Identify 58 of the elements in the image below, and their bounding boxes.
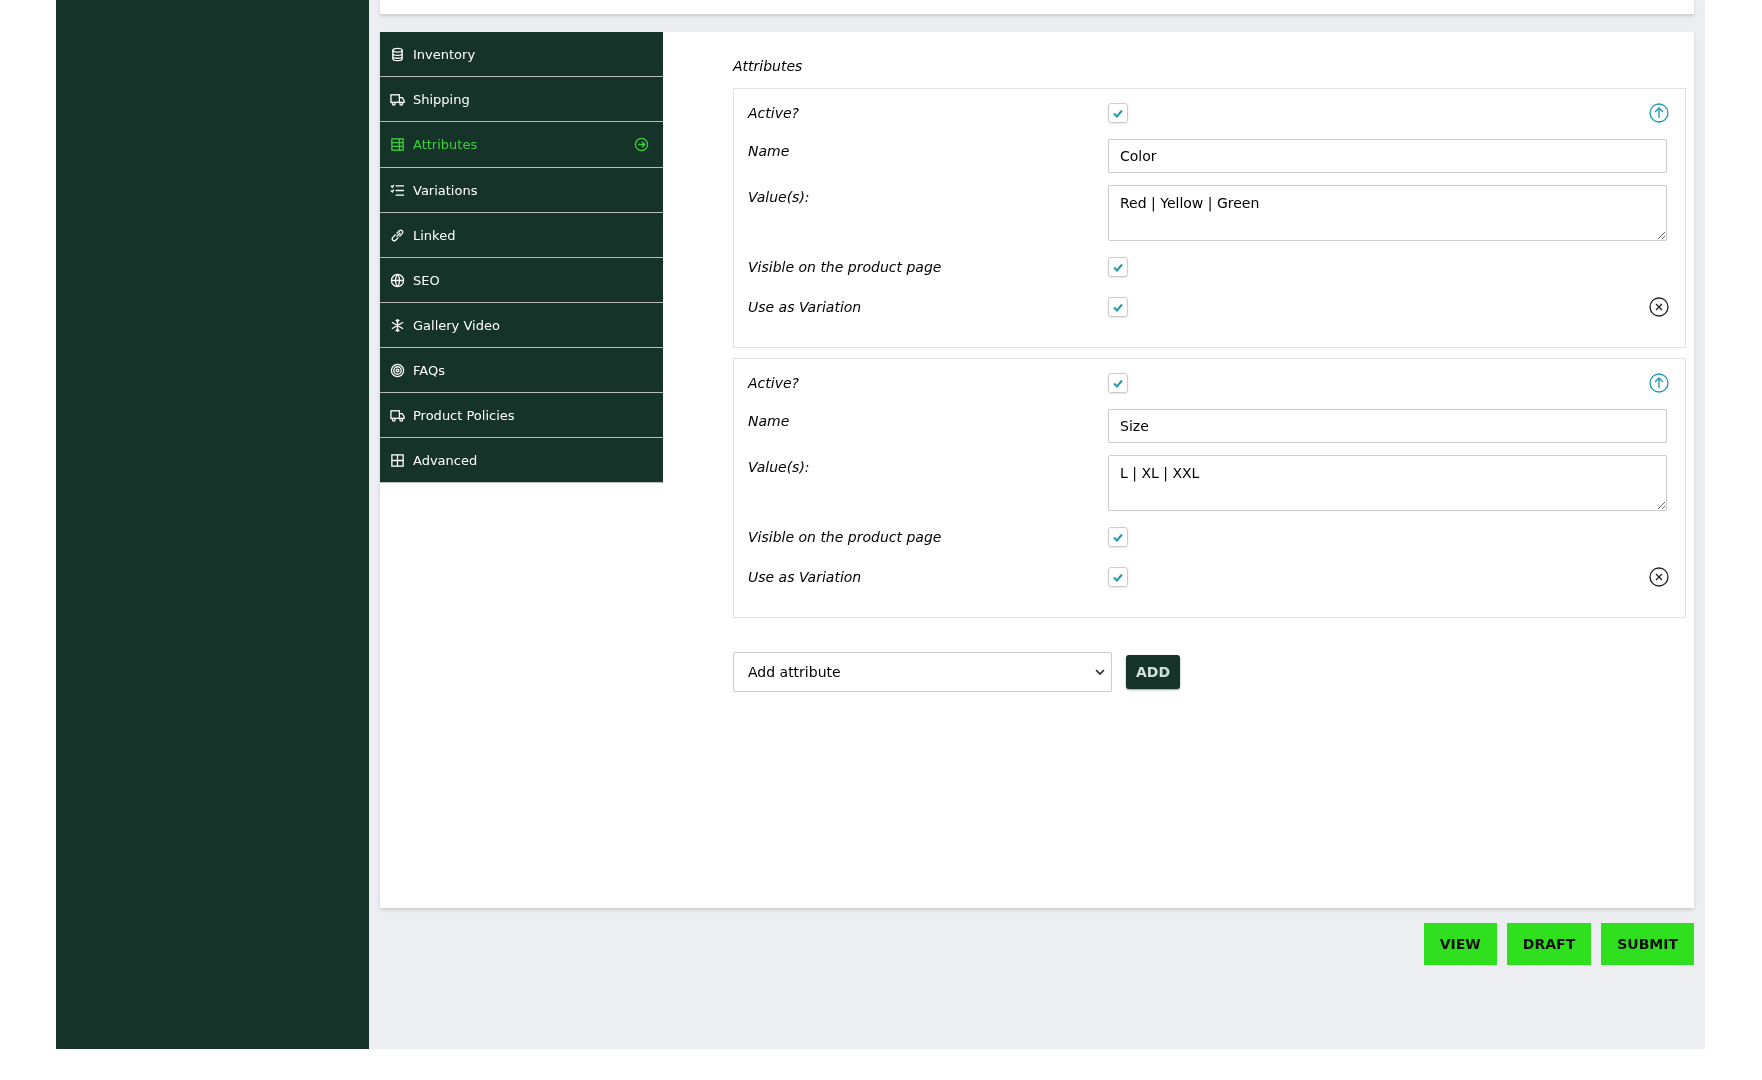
table-icon (390, 137, 405, 152)
check-icon (1112, 107, 1124, 119)
link-icon (390, 227, 405, 243)
grid-icon (390, 452, 405, 468)
close-icon[interactable] (1649, 297, 1669, 317)
field-label: Value(s): (748, 188, 811, 205)
check-icon (1112, 377, 1124, 389)
name-field[interactable]: Size (1108, 409, 1667, 443)
check-icon (1112, 261, 1124, 273)
tab[interactable]: Variations (380, 168, 663, 213)
chevron-down-icon (1095, 669, 1105, 675)
values-field[interactable]: L | XL | XXL (1108, 455, 1667, 511)
arrow-up-circle-icon[interactable] (1649, 373, 1669, 393)
checkbox[interactable] (1108, 567, 1128, 587)
tab[interactable]: Product Policies (380, 393, 663, 438)
field-label: Active? (748, 375, 800, 391)
tab[interactable]: Inventory (380, 32, 663, 77)
section-title: Attributes (733, 58, 804, 74)
tab[interactable]: Advanced (380, 438, 663, 483)
database-icon (390, 46, 405, 62)
field-label: Use as Variation (748, 569, 863, 585)
tab[interactable]: Shipping (380, 77, 663, 122)
globe-icon (390, 272, 405, 288)
action-button[interactable]: DRAFT (1506, 923, 1592, 965)
tab[interactable]: FAQs (380, 348, 663, 393)
action-button[interactable]: VIEW (1423, 923, 1497, 965)
tab[interactable]: Attributes (380, 122, 663, 168)
field-label: Name (748, 412, 791, 429)
arrow-up-circle-icon[interactable] (1649, 103, 1669, 123)
arrow-circle-icon (634, 137, 649, 152)
check-icon (1112, 531, 1124, 543)
checkbox[interactable] (1108, 527, 1128, 547)
field-label: Visible on the product page (748, 529, 943, 545)
close-icon[interactable] (1649, 567, 1669, 587)
checkbox[interactable] (1108, 257, 1128, 277)
truck-icon (390, 91, 405, 107)
checkbox[interactable] (1108, 297, 1128, 317)
check-icon (1112, 301, 1124, 313)
action-button[interactable]: SUBMIT (1601, 923, 1694, 965)
checkbox[interactable] (1108, 103, 1128, 123)
tab[interactable]: Gallery Video (380, 303, 663, 348)
checkbox[interactable] (1108, 373, 1128, 393)
field-label: Name (748, 142, 791, 159)
add-button[interactable]: ADD (1126, 655, 1181, 689)
field-label: Use as Variation (748, 299, 863, 315)
truck-icon (390, 407, 405, 423)
name-field[interactable]: Color (1108, 139, 1667, 173)
values-field[interactable]: Red | Yellow | Green (1108, 185, 1667, 241)
checklist-icon (390, 182, 405, 198)
field-label: Active? (748, 105, 800, 121)
target-icon (390, 362, 405, 378)
attribute-dropdown[interactable]: Add attribute (733, 652, 1112, 692)
snowflake-icon (390, 317, 405, 333)
field-label: Visible on the product page (748, 259, 943, 275)
tab[interactable]: Linked (380, 213, 663, 258)
tab[interactable]: SEO (380, 258, 663, 303)
field-label: Value(s): (748, 458, 811, 475)
check-icon (1112, 571, 1124, 583)
